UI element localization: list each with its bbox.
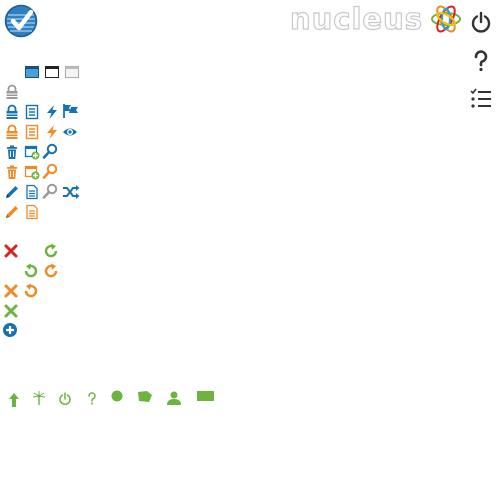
- shuffle-blue-icon[interactable]: [62, 184, 80, 200]
- arrow-up-green-icon[interactable]: [6, 392, 22, 408]
- circle-green-icon[interactable]: [109, 388, 125, 404]
- antenna-green-icon[interactable]: [31, 390, 47, 406]
- document-blue-icon[interactable]: [24, 184, 40, 200]
- calendar-add-blue-icon[interactable]: [24, 144, 40, 160]
- undo-green-icon[interactable]: [23, 263, 39, 279]
- tag-green-icon[interactable]: [137, 389, 153, 405]
- help-icon[interactable]: [470, 50, 492, 72]
- refresh-green-icon[interactable]: [43, 243, 59, 259]
- window-filled-icon[interactable]: [24, 64, 40, 80]
- document-list-orange-icon[interactable]: [24, 124, 40, 140]
- window-outline-icon[interactable]: [44, 64, 60, 80]
- nucleus-logo-icon: [429, 2, 463, 36]
- search-orange-icon[interactable]: [42, 163, 58, 179]
- lock-orange-icon[interactable]: [4, 124, 20, 140]
- eye-blue-icon[interactable]: [62, 124, 78, 140]
- rectangle-green-icon[interactable]: [196, 389, 216, 405]
- close-orange-icon[interactable]: [3, 283, 19, 299]
- pencil-orange-icon[interactable]: [4, 204, 20, 220]
- close-green-icon[interactable]: [3, 303, 19, 319]
- lock-gray-icon[interactable]: [4, 84, 20, 100]
- bolt-orange-icon[interactable]: [44, 124, 60, 140]
- brand-name: nucleus: [289, 1, 423, 36]
- pencil-blue-icon[interactable]: [4, 184, 20, 200]
- search-gray-icon[interactable]: [42, 183, 58, 199]
- help-green-icon[interactable]: [84, 390, 100, 406]
- document-list-blue-icon[interactable]: [24, 104, 40, 120]
- search-blue-icon[interactable]: [42, 143, 58, 159]
- trash-blue-icon[interactable]: [4, 144, 20, 160]
- power-icon[interactable]: [470, 11, 492, 33]
- lock-blue-icon[interactable]: [4, 104, 20, 120]
- flags-blue-icon[interactable]: [62, 103, 80, 119]
- bolt-blue-icon[interactable]: [44, 104, 60, 120]
- power-green-icon[interactable]: [57, 390, 73, 406]
- document-orange-icon[interactable]: [24, 204, 40, 220]
- undo-orange-icon[interactable]: [23, 283, 39, 299]
- brand-logo: nucleus: [289, 1, 463, 37]
- refresh-orange-icon[interactable]: [43, 263, 59, 279]
- add-circle-blue-icon[interactable]: [2, 322, 18, 338]
- window-light-icon[interactable]: [64, 64, 80, 80]
- calendar-add-orange-icon[interactable]: [24, 164, 40, 180]
- trash-orange-icon[interactable]: [4, 164, 20, 180]
- app-logo-icon[interactable]: [4, 4, 38, 38]
- user-green-icon[interactable]: [166, 390, 182, 406]
- close-red-icon[interactable]: [3, 243, 19, 259]
- task-list-icon[interactable]: [470, 88, 492, 110]
